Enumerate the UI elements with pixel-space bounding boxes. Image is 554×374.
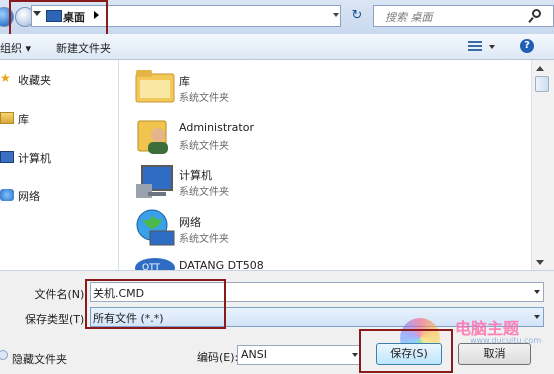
datang-logo-icon: OTT [135,258,175,270]
help-icon[interactable]: ? [520,39,534,53]
network-icon [0,189,14,201]
hide-folders-button[interactable]: 隐藏文件夹 [12,351,67,367]
file-type: 系统文件夹 [179,187,229,198]
list-item[interactable] [134,207,176,247]
nav-item-label: 计算机 [18,152,51,165]
encoding-label: 编码(E): [197,351,239,364]
search-placeholder: 搜索 桌面 [385,11,433,24]
list-item[interactable]: OTT [134,256,176,270]
scroll-thumb[interactable] [535,76,549,92]
encoding-value[interactable]: ANSI [241,348,267,361]
file-name[interactable]: 计算机 [179,167,212,183]
computer-icon [136,165,173,198]
nav-item-label: 收藏夹 [18,74,51,87]
nav-item-label: 库 [18,113,29,126]
file-type: 系统文件夹 [179,234,229,245]
scroll-up-icon[interactable] [536,66,544,71]
organize-button[interactable]: 组织 ▾ [0,40,31,56]
view-dropdown-icon[interactable] [489,45,495,49]
filetype-label: 保存类型(T): [24,313,88,326]
library-icon [0,112,14,124]
form-highlight-box [85,279,226,329]
list-item[interactable] [134,162,176,202]
address-history-dropdown-icon[interactable] [333,13,339,17]
user-icon [137,120,168,154]
computer-icon [0,151,14,163]
refresh-button[interactable]: ↻ [345,6,369,26]
search-icon[interactable] [532,9,541,18]
filename-dropdown-icon[interactable] [534,290,540,294]
view-options-icon[interactable] [468,41,482,52]
cancel-button[interactable]: 取消 [458,343,531,365]
nav-item-label: 网络 [18,190,40,203]
filename-label: 文件名(N): [34,288,88,301]
file-name[interactable]: 网络 [179,214,201,230]
file-type: 系统文件夹 [179,93,229,104]
encoding-dropdown-icon[interactable] [352,353,358,357]
filetype-dropdown-icon[interactable] [534,315,540,319]
svg-text:OTT: OTT [142,263,160,270]
list-item[interactable] [134,115,176,155]
network-globe-icon [136,209,175,246]
file-name[interactable]: Administrator [179,121,254,134]
file-type: 系统文件夹 [179,141,229,152]
star-icon: ★ [0,71,11,85]
library-folder-icon [135,70,175,103]
save-highlight-box [359,329,453,373]
list-item[interactable] [134,68,176,106]
scroll-down-icon[interactable] [536,260,544,265]
file-name[interactable]: 库 [179,73,190,89]
new-folder-button[interactable]: 新建文件夹 [56,40,111,56]
